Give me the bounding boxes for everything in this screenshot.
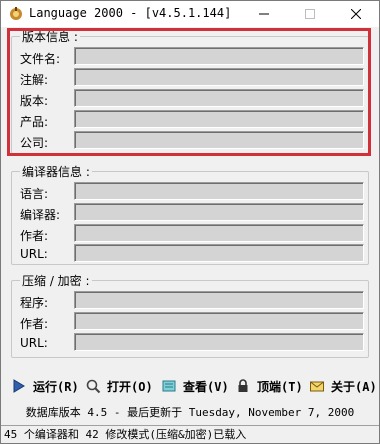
comment-field[interactable]	[74, 68, 364, 86]
main-window: Language 2000 - [v4.5.1.144] 版本信息 : 文件名:…	[0, 0, 380, 444]
version-row-product: 产品:	[18, 110, 366, 130]
version-info-legend: 版本信息 :	[20, 28, 80, 45]
open-icon	[85, 378, 101, 394]
open-button[interactable]: 打开(O)	[85, 375, 153, 397]
compiler-info-legend: 编译器信息 :	[20, 163, 92, 180]
compiler-field[interactable]	[74, 203, 364, 221]
product-label: 产品:	[20, 115, 49, 129]
filename-label: 文件名:	[20, 52, 61, 66]
compiler-row-compiler: 编译器:	[18, 203, 366, 223]
topmost-button[interactable]: 顶端(T)	[235, 375, 303, 397]
language-field[interactable]	[74, 182, 364, 200]
database-info: 数据库版本 4.5 - 最后更新于 Tuesday, November 7, 2…	[25, 406, 355, 419]
packer-row-url: URL:	[18, 333, 366, 353]
about-icon	[309, 378, 325, 394]
open-label: 打开(O)	[107, 379, 153, 394]
status-bar: 45 个编译器和 42 修改模式(压缩&加密)已载入	[1, 425, 379, 443]
packer-url-field[interactable]	[74, 333, 364, 351]
packer-author-field[interactable]	[74, 312, 364, 330]
packer-row-author: 作者:	[18, 312, 366, 332]
compiler-url-field[interactable]	[74, 244, 364, 262]
packer-row-program: 程序:	[18, 291, 366, 311]
version-row-company: 公司:	[18, 131, 366, 151]
about-button[interactable]: 关于(A)	[309, 375, 377, 397]
compiler-info-group: 编译器信息 : 语言: 编译器: 作者: URL:	[11, 163, 369, 265]
title-bar[interactable]: Language 2000 - [v4.5.1.144]	[1, 1, 379, 27]
packer-group: 压缩 / 加密 : 程序: 作者: URL:	[11, 272, 369, 358]
comment-label: 注解:	[20, 73, 49, 87]
language-label: 语言:	[20, 187, 49, 201]
version-row-version: 版本:	[18, 89, 366, 109]
view-icon	[161, 378, 177, 394]
compiler-row-author: 作者:	[18, 224, 366, 244]
maximize-button[interactable]	[287, 1, 333, 27]
program-field[interactable]	[74, 291, 364, 309]
window-title: Language 2000 - [v4.5.1.144]	[29, 6, 232, 20]
version-row-filename: 文件名:	[18, 47, 366, 67]
run-label: 运行(R)	[33, 379, 79, 394]
version-row-comment: 注解:	[18, 68, 366, 88]
action-toolbar: 运行(R) 打开(O) 查看(V) 顶端(T) 关于(A)	[1, 375, 379, 399]
run-button[interactable]: 运行(R)	[11, 375, 79, 397]
topmost-label: 顶端(T)	[257, 379, 303, 394]
packer-legend: 压缩 / 加密 :	[20, 272, 92, 289]
app-icon	[8, 6, 24, 22]
minimize-button[interactable]	[241, 1, 287, 27]
minimize-icon	[259, 13, 269, 15]
version-info-group: 版本信息 : 文件名: 注解: 版本: 产品: 公司:	[11, 28, 369, 154]
filename-field[interactable]	[74, 47, 364, 65]
company-field[interactable]	[74, 131, 364, 149]
compiler-row-url: URL:	[18, 244, 366, 264]
maximize-icon	[305, 9, 315, 19]
company-label: 公司:	[20, 136, 49, 150]
packer-author-label: 作者:	[20, 317, 49, 331]
lock-icon	[235, 378, 251, 394]
compiler-author-field[interactable]	[74, 224, 364, 242]
compiler-row-language: 语言:	[18, 182, 366, 202]
compiler-url-label: URL:	[20, 247, 48, 261]
view-button[interactable]: 查看(V)	[161, 375, 229, 397]
compiler-label: 编译器:	[20, 208, 61, 222]
close-icon	[351, 9, 361, 19]
view-label: 查看(V)	[183, 379, 229, 394]
version-label: 版本:	[20, 94, 49, 108]
version-field[interactable]	[74, 89, 364, 107]
run-icon	[11, 378, 27, 394]
product-field[interactable]	[74, 110, 364, 128]
program-label: 程序:	[20, 296, 49, 310]
packer-url-label: URL:	[20, 336, 48, 350]
close-button[interactable]	[333, 1, 379, 27]
compiler-author-label: 作者:	[20, 229, 49, 243]
about-label: 关于(A)	[331, 379, 377, 394]
